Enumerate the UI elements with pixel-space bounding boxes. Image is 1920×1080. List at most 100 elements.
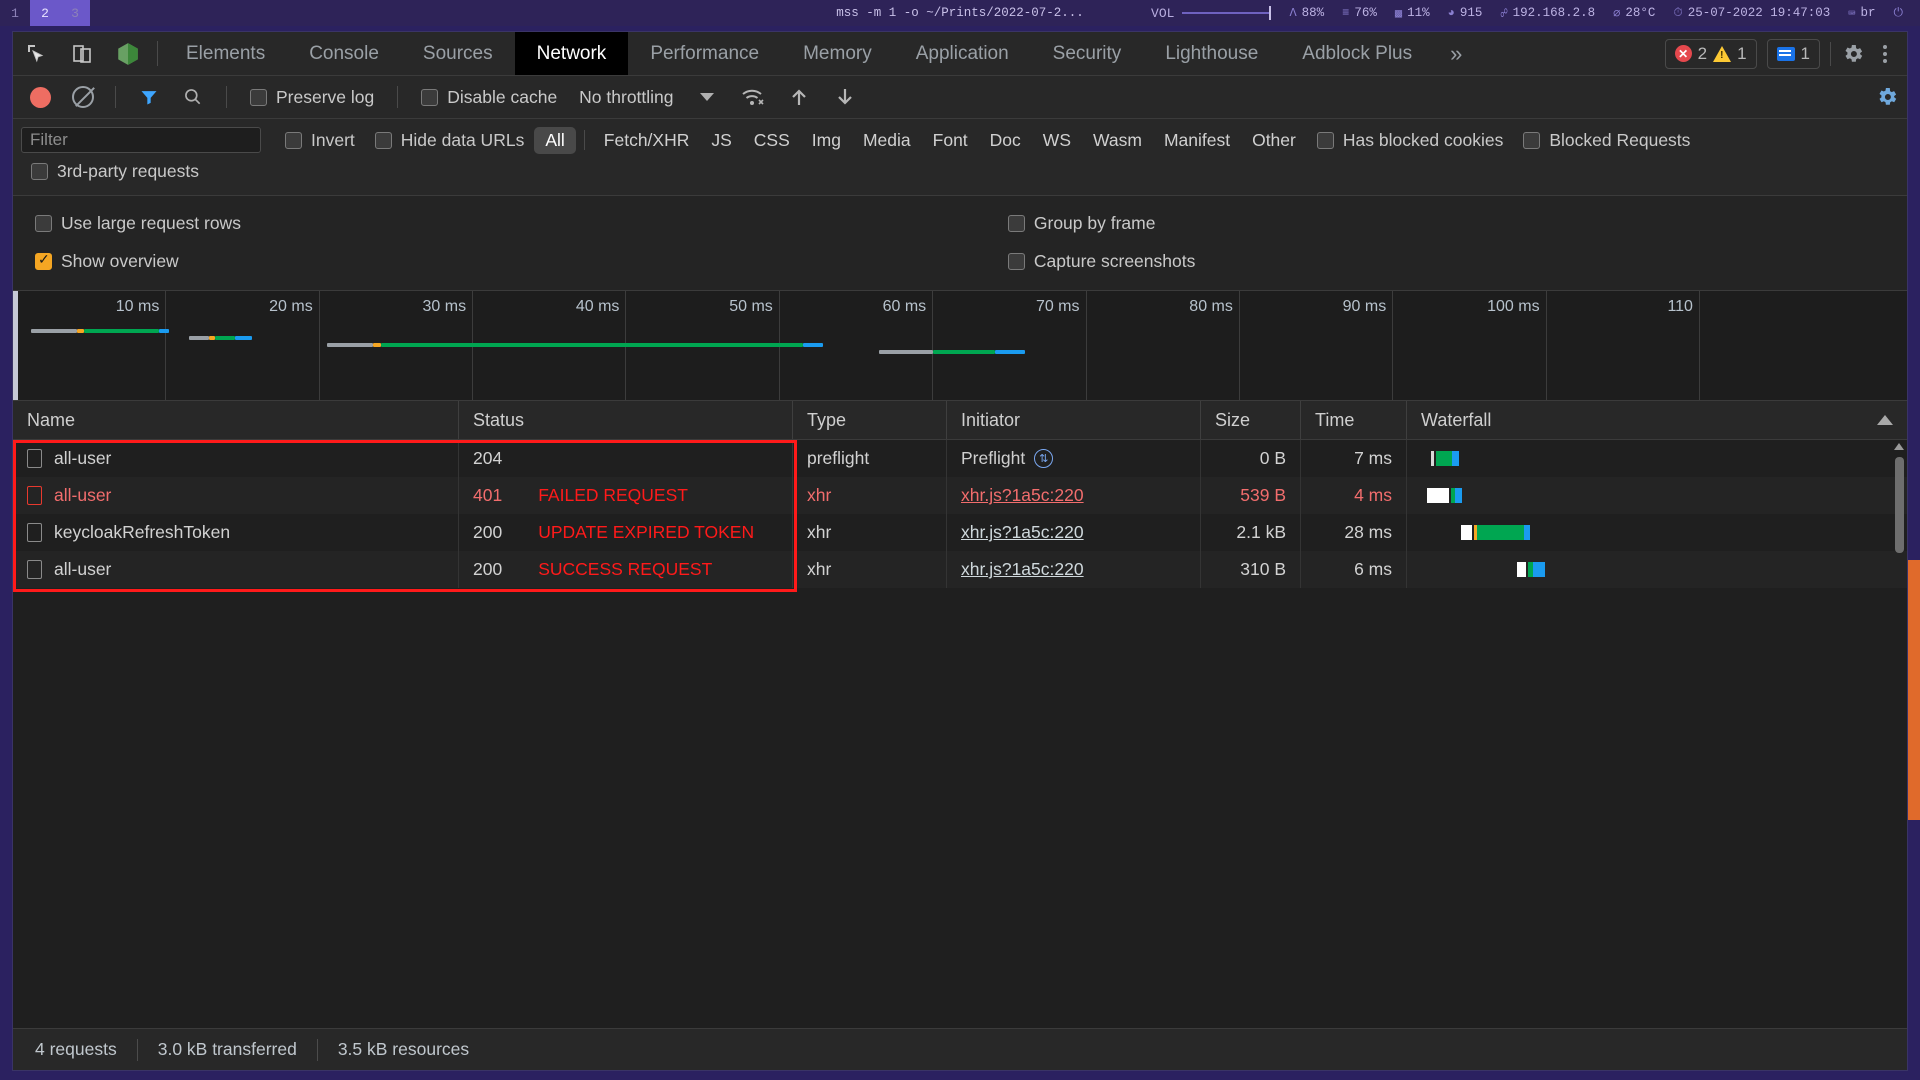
workspace-tag-2[interactable]: 2 (30, 0, 60, 26)
tab-network[interactable]: Network (515, 32, 629, 75)
initiator-link[interactable]: xhr.js?1a5c:220 (961, 485, 1084, 506)
tray-cpu[interactable]: Λ 88% (1280, 6, 1333, 20)
tab-lighthouse[interactable]: Lighthouse (1143, 32, 1280, 75)
tray-keyboard[interactable]: ⌨ br (1839, 6, 1884, 21)
tab-performance[interactable]: Performance (628, 32, 781, 75)
network-conditions-icon[interactable] (740, 84, 766, 110)
show-overview-checkbox[interactable]: Show overview (35, 251, 998, 272)
tray-network[interactable]: ☍ 192.168.2.8 (1491, 6, 1604, 21)
hide-data-urls-checkbox[interactable]: Hide data URLs (365, 130, 535, 151)
type-filter-other[interactable]: Other (1241, 127, 1307, 154)
filter-icon[interactable] (139, 87, 159, 107)
tray-memory[interactable]: ≡ 76% (1333, 6, 1386, 20)
column-header-name[interactable]: Name (13, 401, 459, 439)
scrollbar-thumb[interactable] (1895, 457, 1904, 553)
search-icon[interactable] (183, 87, 203, 107)
network-overview-timeline[interactable]: 10 ms20 ms30 ms40 ms50 ms60 ms70 ms80 ms… (13, 291, 1907, 401)
initiator-link[interactable]: xhr.js?1a5c:220 (961, 522, 1084, 543)
type-filter-img[interactable]: Img (801, 127, 852, 154)
has-blocked-cookies-checkbox[interactable]: Has blocked cookies (1307, 130, 1514, 151)
type-filter-js[interactable]: JS (700, 127, 742, 154)
preserve-log-checkbox[interactable]: Preserve log (240, 87, 384, 108)
type-filter-all[interactable]: All (534, 127, 575, 154)
export-har-icon[interactable] (832, 84, 858, 110)
cell-waterfall (1407, 514, 1907, 551)
disable-cache-checkbox[interactable]: Disable cache (411, 87, 567, 108)
record-button[interactable] (30, 87, 51, 108)
import-har-icon[interactable] (786, 84, 812, 110)
capture-screenshots-checkbox[interactable]: Capture screenshots (1008, 251, 1907, 272)
column-header-waterfall[interactable]: Waterfall (1407, 401, 1907, 439)
column-header-time[interactable]: Time (1301, 401, 1407, 439)
messages-badge-group[interactable]: 1 (1767, 39, 1820, 69)
hide-data-urls-box (375, 132, 392, 149)
network-settings-gear-icon[interactable] (1875, 85, 1899, 109)
disable-cache-label: Disable cache (447, 87, 557, 108)
tray-battery[interactable]: ◕ 915 (1439, 6, 1492, 20)
tab-console[interactable]: Console (287, 32, 401, 75)
inspect-element-icon[interactable] (13, 32, 59, 75)
tab-memory[interactable]: Memory (781, 32, 894, 75)
type-filter-fetch-xhr[interactable]: Fetch/XHR (593, 127, 701, 154)
tray-power[interactable]: ⏻ (1885, 6, 1913, 20)
volume-label: VOL (1151, 6, 1174, 21)
workspace-tag-3[interactable]: 3 (60, 0, 90, 26)
table-row[interactable]: all-user200SUCCESS REQUESTxhrxhr.js?1a5c… (13, 551, 1907, 588)
cell-time: 28 ms (1301, 514, 1407, 551)
request-name: keycloakRefreshToken (54, 522, 230, 543)
more-tabs-icon[interactable]: » (1434, 32, 1478, 75)
type-filter-media[interactable]: Media (852, 127, 922, 154)
throttling-select[interactable]: No throttling (571, 87, 681, 108)
third-party-requests-checkbox[interactable]: 3rd-party requests (31, 161, 209, 182)
type-filter-ws[interactable]: WS (1032, 127, 1082, 154)
type-filter-wasm[interactable]: Wasm (1082, 127, 1153, 154)
type-filter-doc[interactable]: Doc (979, 127, 1032, 154)
preflight-redirect-icon[interactable]: ⇅ (1034, 449, 1053, 468)
tab-sources[interactable]: Sources (401, 32, 515, 75)
tab-application[interactable]: Application (894, 32, 1031, 75)
device-toolbar-icon[interactable] (59, 32, 105, 75)
column-header-size[interactable]: Size (1201, 401, 1301, 439)
blocked-requests-checkbox[interactable]: Blocked Requests (1513, 130, 1700, 151)
window-manager-bar: 1 2 3 mss -m 1 -o ~/Prints/2022-07-2... … (0, 0, 1920, 26)
chevron-down-icon[interactable] (700, 93, 714, 101)
request-type: xhr (807, 522, 831, 543)
scroll-up-arrow-icon[interactable] (1894, 443, 1904, 450)
settings-gear-icon[interactable] (1841, 42, 1865, 66)
waterfall-scrollbar[interactable] (1893, 443, 1905, 1025)
table-row[interactable]: keycloakRefreshToken200UPDATE EXPIRED TO… (13, 514, 1907, 551)
column-header-waterfall-label: Waterfall (1421, 410, 1491, 431)
requests-table-body[interactable]: all-user204preflightPreflight⇅0 B7 msall… (13, 440, 1907, 1028)
tab-elements[interactable]: Elements (164, 32, 287, 75)
sort-ascending-icon[interactable] (1877, 415, 1893, 425)
column-header-type[interactable]: Type (793, 401, 947, 439)
workspace-tag-1[interactable]: 1 (0, 0, 30, 26)
volume-slider[interactable] (1182, 12, 1270, 14)
initiator-link[interactable]: xhr.js?1a5c:220 (961, 559, 1084, 580)
volume-control[interactable]: VOL (1141, 6, 1280, 21)
use-large-rows-checkbox[interactable]: Use large request rows (35, 213, 998, 234)
clear-button[interactable] (72, 86, 94, 108)
filter-input[interactable] (21, 127, 261, 153)
group-by-frame-checkbox[interactable]: Group by frame (1008, 213, 1907, 234)
tray-disk[interactable]: ▩ 11% (1386, 6, 1439, 21)
invert-label: Invert (311, 130, 355, 151)
tray-temperature[interactable]: ⌀ 28°C (1604, 6, 1664, 21)
column-header-initiator[interactable]: Initiator (947, 401, 1201, 439)
tab-adblock-plus[interactable]: Adblock Plus (1280, 32, 1434, 75)
issues-badge-group[interactable]: ✕ 2 1 (1665, 39, 1757, 69)
invert-checkbox[interactable]: Invert (275, 130, 365, 151)
request-type: preflight (807, 448, 869, 469)
tray-clock[interactable]: ⏱ 25-07-2022 19:47:03 (1664, 6, 1839, 20)
use-large-rows-box (35, 215, 52, 232)
table-row[interactable]: all-user401FAILED REQUESTxhrxhr.js?1a5c:… (13, 477, 1907, 514)
devtools-tab-list: Elements Console Sources Network Perform… (164, 32, 1478, 75)
table-row[interactable]: all-user204preflightPreflight⇅0 B7 ms (13, 440, 1907, 477)
type-filter-manifest[interactable]: Manifest (1153, 127, 1241, 154)
tab-security[interactable]: Security (1031, 32, 1144, 75)
type-filter-css[interactable]: CSS (743, 127, 801, 154)
type-filter-font[interactable]: Font (922, 127, 979, 154)
column-header-status[interactable]: Status (459, 401, 793, 439)
more-options-icon[interactable] (1875, 45, 1895, 63)
node-logo-icon[interactable] (105, 32, 151, 75)
